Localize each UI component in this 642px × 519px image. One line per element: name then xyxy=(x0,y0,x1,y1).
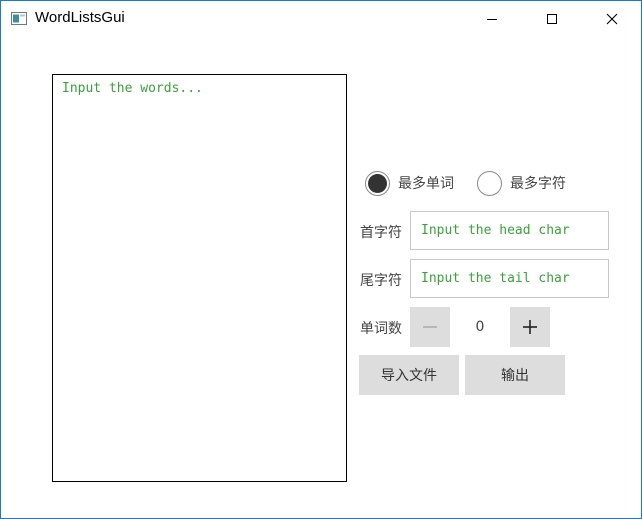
tail-char-label: 尾字符 xyxy=(360,273,402,289)
title-bar[interactable]: WordListsGui xyxy=(1,1,641,37)
radio-max-words[interactable]: 最多单词 xyxy=(365,169,454,197)
words-input[interactable]: Input the words... xyxy=(52,74,347,482)
app-window: WordListsGui Input the words... 最多单词 最多字… xyxy=(0,0,642,519)
close-button[interactable] xyxy=(589,1,635,37)
output-button[interactable]: 输出 xyxy=(465,355,565,395)
minimize-icon xyxy=(487,19,497,20)
app-window-icon xyxy=(11,12,27,25)
radio-circle[interactable] xyxy=(477,170,502,196)
decrement-button[interactable] xyxy=(410,307,450,347)
word-count-value[interactable]: 0 xyxy=(450,307,510,347)
minimize-button[interactable] xyxy=(469,1,515,37)
words-input-placeholder: Input the words... xyxy=(62,81,203,96)
minus-icon xyxy=(423,326,437,328)
radio-max-chars-label: 最多字符 xyxy=(510,176,566,192)
word-count-label: 单词数 xyxy=(360,321,402,337)
plus-icon xyxy=(523,320,537,334)
increment-button[interactable] xyxy=(510,307,550,347)
tail-char-input[interactable]: Input the tail char xyxy=(410,259,609,298)
word-count-stepper: 0 xyxy=(410,307,550,347)
head-char-label: 首字符 xyxy=(360,225,402,241)
head-char-placeholder: Input the head char xyxy=(421,223,570,238)
window-title: WordListsGui xyxy=(35,9,125,26)
import-file-button[interactable]: 导入文件 xyxy=(359,355,459,395)
head-char-input[interactable]: Input the head char xyxy=(410,211,609,250)
close-icon xyxy=(606,13,618,25)
radio-max-chars[interactable]: 最多字符 xyxy=(477,169,566,197)
maximize-button[interactable] xyxy=(529,1,575,37)
maximize-icon xyxy=(547,14,557,24)
radio-max-words-label: 最多单词 xyxy=(398,176,454,192)
tail-char-placeholder: Input the tail char xyxy=(421,271,570,286)
radio-circle[interactable] xyxy=(365,170,390,196)
radio-dot xyxy=(368,173,387,193)
